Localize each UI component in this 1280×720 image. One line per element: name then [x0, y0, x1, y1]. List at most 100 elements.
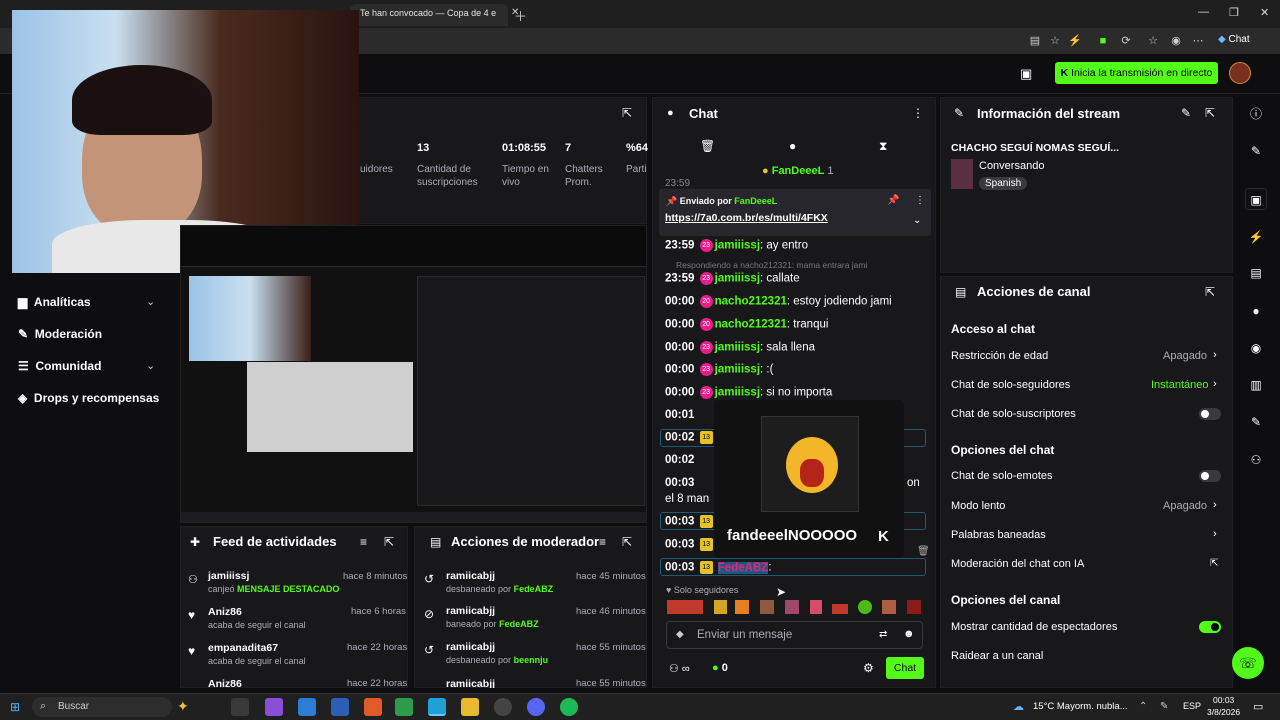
favorites-icon[interactable]: ☆: [1145, 33, 1161, 49]
obs-icon[interactable]: [494, 698, 512, 716]
layout-icon[interactable]: ▥: [1245, 374, 1267, 396]
nav-moderation[interactable]: ✎ Moderación: [18, 327, 102, 341]
category-name[interactable]: Conversando: [979, 160, 1044, 172]
feed-user[interactable]: Aniz86: [208, 606, 242, 618]
folder-icon[interactable]: [461, 698, 479, 716]
emote-picker-icon[interactable]: ⇄: [879, 629, 887, 640]
help-button[interactable]: ☏: [1232, 647, 1264, 679]
pinned-link[interactable]: https://7a0.com.br/es/multi/4FKX: [665, 212, 828, 224]
show-viewers-toggle[interactable]: [1199, 621, 1221, 633]
copilot-chat-button[interactable]: ◆ Chat: [1218, 34, 1250, 45]
camera-icon[interactable]: ▣: [1245, 188, 1267, 210]
smile-icon[interactable]: ☻: [903, 628, 915, 640]
popout-icon[interactable]: ⇱: [1205, 106, 1215, 120]
spotify-icon[interactable]: [560, 698, 578, 716]
maximize-icon[interactable]: ❐: [1229, 6, 1239, 19]
emote[interactable]: [832, 604, 848, 614]
emote[interactable]: [667, 600, 703, 614]
reader-icon[interactable]: ▤: [1027, 33, 1043, 49]
more-icon[interactable]: ⋯: [1190, 33, 1206, 49]
subs-only-toggle[interactable]: [1199, 408, 1221, 420]
extension-icon[interactable]: ⚡: [1067, 33, 1083, 49]
send-chat-button[interactable]: Chat: [886, 657, 924, 679]
task-view-icon[interactable]: [231, 698, 249, 716]
mod-user[interactable]: ramiicabjj: [446, 678, 495, 688]
emote[interactable]: [907, 600, 921, 614]
filter-icon[interactable]: ≡: [360, 535, 367, 549]
edit-icon[interactable]: ✎: [1245, 140, 1267, 162]
app-icon[interactable]: [331, 698, 349, 716]
chat-message[interactable]: 00:00 23 jamiiissj: :(: [665, 363, 773, 376]
chat-message-partial[interactable]: 00:03: [665, 477, 694, 489]
plus-icon[interactable]: ＋: [514, 6, 527, 25]
slow-mode-row[interactable]: Modo lento Apagado ›: [951, 499, 1223, 514]
emote[interactable]: [810, 600, 822, 614]
app-icon[interactable]: [395, 698, 413, 716]
copilot-app-icon[interactable]: [265, 698, 283, 716]
emote[interactable]: [760, 600, 774, 614]
chat-bubble-icon[interactable]: ●: [1245, 300, 1267, 322]
mod-user[interactable]: ramiicabjj: [446, 570, 495, 582]
chat-message[interactable]: 00:00 20 nacho212321: tranqui: [665, 318, 828, 331]
chat-message-partial[interactable]: 00:02 13: [665, 431, 715, 444]
nav-drops[interactable]: ◈ Drops y recompensas: [18, 391, 159, 405]
popout-icon[interactable]: ⇱: [384, 535, 394, 549]
mod-user[interactable]: ramiicabjj: [446, 605, 495, 617]
popout-icon[interactable]: ⇱: [622, 535, 632, 549]
document-icon[interactable]: ▤: [1245, 262, 1267, 284]
refresh-icon[interactable]: ⟳: [1118, 33, 1134, 49]
chat-message[interactable]: 00:00 23 jamiiissj: si no importa: [665, 386, 832, 399]
chat-message[interactable]: 23:59 23 jamiiissj: ay entro: [665, 239, 808, 252]
chat-input[interactable]: ◆ Enviar un mensaje ⇄ ☻: [666, 621, 923, 649]
nav-analytics[interactable]: ▆ Analíticas: [18, 295, 91, 309]
banned-words-row[interactable]: Palabras baneadas ›: [951, 528, 1223, 543]
unpin-icon[interactable]: 📌: [887, 195, 899, 206]
emote[interactable]: [858, 600, 872, 614]
feed-user[interactable]: Aniz86: [208, 678, 242, 688]
edit-icon[interactable]: ✎: [1181, 106, 1191, 120]
ai-moderation-row[interactable]: Moderación del chat con IA ⇱: [951, 558, 1223, 572]
chevron-down-icon[interactable]: ⌄: [146, 359, 155, 372]
chat-message[interactable]: 23:59 23 jamiiissj: callate: [665, 272, 800, 285]
emote[interactable]: [714, 600, 727, 614]
emote[interactable]: [785, 600, 799, 614]
chat-message[interactable]: 00:00 23 jamiiissj: sala llena: [665, 341, 815, 354]
go-live-button[interactable]: K Inicia la transmisión en directo: [1055, 62, 1218, 84]
filter-icon[interactable]: ≡: [599, 535, 606, 549]
community-icon[interactable]: ⚇ ∞: [669, 662, 690, 675]
tray-chevron-icon[interactable]: ⌃: [1139, 701, 1147, 712]
pen-icon[interactable]: ✎: [1160, 701, 1168, 712]
windows-start-icon[interactable]: ⊞: [10, 700, 20, 714]
chevron-down-icon[interactable]: ⌄: [913, 215, 921, 226]
community-icon[interactable]: ⚇: [1245, 449, 1267, 471]
emote[interactable]: [735, 600, 749, 614]
notification-icon[interactable]: ▭: [1253, 700, 1263, 713]
star-icon[interactable]: ☆: [1047, 33, 1063, 49]
gear-icon[interactable]: ⚙: [863, 661, 874, 675]
minimize-icon[interactable]: —: [1198, 6, 1209, 18]
trash-icon[interactable]: 🗑: [700, 139, 715, 153]
chat-message-partial[interactable]: 00:03 13: [665, 538, 715, 551]
pinned-message[interactable]: 📌 Enviado por FanDeeeL https://7a0.com.b…: [659, 189, 931, 236]
edge-icon[interactable]: [428, 698, 446, 716]
popout-icon[interactable]: ⇱: [622, 106, 632, 120]
app-icon[interactable]: [364, 698, 382, 716]
more-vertical-icon[interactable]: ⋮: [915, 195, 925, 206]
kick-extension-icon[interactable]: ■: [1095, 33, 1111, 49]
taskbar-search[interactable]: ⌕ Buscar ✦: [32, 697, 189, 717]
age-restriction-row[interactable]: Restricción de edad Apagado ›: [951, 349, 1223, 364]
chat-settings-icon[interactable]: ●: [789, 139, 796, 153]
popout-icon[interactable]: ⇱: [1205, 285, 1215, 299]
feed-user[interactable]: jamiiissj: [208, 570, 249, 582]
avatar[interactable]: [1229, 62, 1251, 84]
broadcast-icon[interactable]: ◉: [1245, 337, 1267, 359]
raid-row[interactable]: Raidear a un canal: [951, 650, 1043, 662]
emote[interactable]: [882, 600, 896, 614]
camera-icon[interactable]: ▣: [1020, 66, 1032, 82]
emotes-only-toggle[interactable]: [1199, 470, 1221, 482]
chat-message-partial[interactable]: 00:01: [665, 409, 694, 421]
mod-user[interactable]: ramiicabjj: [446, 641, 495, 653]
clock-time[interactable]: 00:03: [1213, 695, 1234, 705]
weather-text[interactable]: 15°C Mayorm. nubla...: [1033, 701, 1128, 712]
browser-tab[interactable]: Te han convocado — Copa de 4 e: [350, 4, 508, 26]
